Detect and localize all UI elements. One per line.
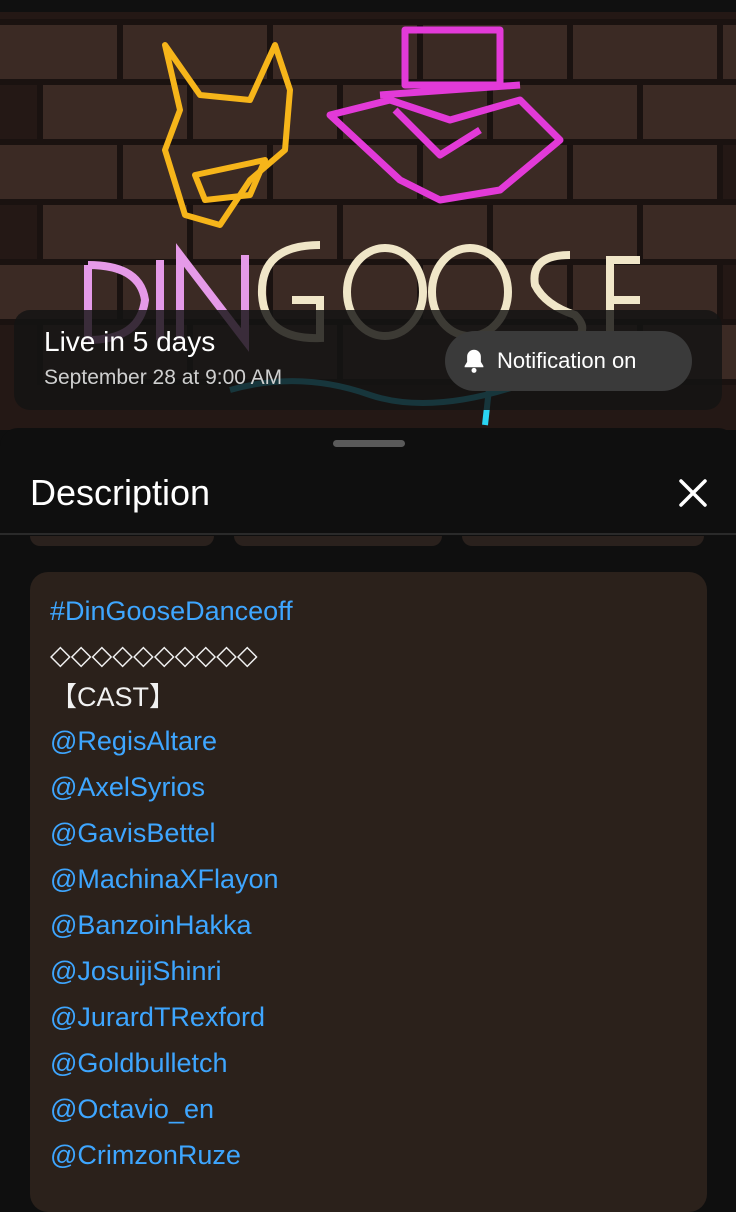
cast-mention-link[interactable]: @RegisAltare [50,718,690,764]
cast-mention-link[interactable]: @Goldbulletch [50,1040,690,1086]
cast-mention-link[interactable]: @AxelSyrios [50,764,690,810]
cast-mention-link[interactable]: @Octavio_en [50,1086,690,1132]
notification-label: Notification on [497,348,637,373]
live-status-title: Live in 5 days [44,326,216,357]
cast-mention-link[interactable]: @MachinaXFlayon [50,856,690,902]
stat-chip-partial [30,536,214,546]
video-thumbnail[interactable]: Live in 5 days September 28 at 9:00 AM N… [0,0,736,430]
notification-toggle-button[interactable]: Notification on [445,331,692,391]
stat-chip-partial [462,536,704,546]
cast-mention-link[interactable]: @CrimzonRuze [50,1132,690,1178]
cast-mention-link[interactable]: @GavisBettel [50,810,690,856]
description-text: #DinGooseDanceoff ◇◇◇◇◇◇◇◇◇◇ 【CAST】 @Reg… [50,588,690,1178]
bell-filled-icon [457,344,491,378]
cast-mention-link[interactable]: @BanzoinHakka [50,902,690,948]
close-icon [679,479,707,507]
live-schedule-date: September 28 at 9:00 AM [44,366,283,389]
cast-label: 【CAST】 [50,682,177,712]
hashtag-link[interactable]: #DinGooseDanceoff [50,588,690,634]
stat-chip-partial [234,536,442,546]
sheet-divider [0,533,736,535]
close-button[interactable] [668,468,718,518]
description-heading: Description [30,472,211,513]
separator-line: ◇◇◇◇◇◇◇◇◇◇ [50,640,258,670]
cast-mention-link[interactable]: @JurardTRexford [50,994,690,1040]
drag-handle[interactable] [333,440,405,447]
cast-mention-link[interactable]: @JosuijiShinri [50,948,690,994]
